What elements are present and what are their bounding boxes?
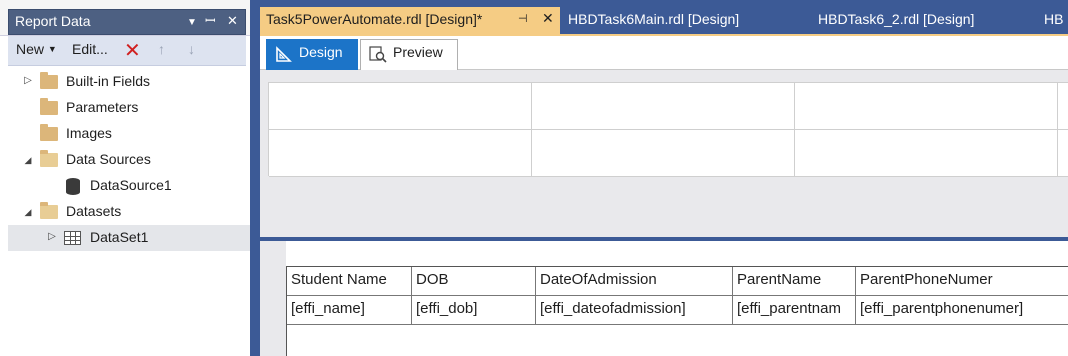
tab-design-label: Design xyxy=(299,44,343,60)
body-margin xyxy=(260,241,286,356)
tree-node-datasource1[interactable]: DataSource1 xyxy=(8,173,250,199)
expand-arrow-icon[interactable]: ▷ xyxy=(22,75,34,86)
document-tab-overflow[interactable]: HB xyxy=(1042,7,1068,34)
tablix-header-cell[interactable]: DOB xyxy=(412,267,536,296)
pin-icon[interactable]: ꟷ xyxy=(205,12,216,30)
dropdown-arrow-icon[interactable]: ▼ xyxy=(187,14,197,32)
tab-design[interactable]: Design xyxy=(266,39,358,70)
header-cell[interactable] xyxy=(795,83,1058,130)
close-tab-icon[interactable]: ✕ xyxy=(542,10,554,27)
tree-node-label: Built-in Fields xyxy=(66,73,151,89)
new-button[interactable]: New ▼ xyxy=(16,41,57,57)
preview-magnifier-icon xyxy=(369,46,387,63)
header-grid[interactable] xyxy=(268,82,1068,177)
header-cell[interactable] xyxy=(1058,83,1068,130)
arrow-down-icon[interactable]: ↓ xyxy=(188,41,195,57)
tablix-header-cell[interactable]: ParentPhoneNumer xyxy=(856,267,1068,296)
document-tab-hbdtask6-2[interactable]: HBDTask6_2.rdl [Design] xyxy=(812,7,1042,34)
tree-node-label: DataSet1 xyxy=(90,229,149,245)
tree-node-label: Data Sources xyxy=(66,151,151,167)
tree-node-images[interactable]: Images xyxy=(8,121,250,147)
header-cell[interactable] xyxy=(1058,130,1068,177)
folder-icon xyxy=(40,124,58,141)
header-cell[interactable] xyxy=(532,130,795,177)
report-data-toolbar: New ▼ Edit... ✕ ↑ ↓ xyxy=(8,36,246,66)
tree-node-built-in-fields[interactable]: ▷ Built-in Fields xyxy=(8,69,250,95)
pin-icon[interactable]: ⊣ xyxy=(518,12,528,25)
tree-node-dataset1[interactable]: ▷ DataSet1 xyxy=(8,225,250,251)
chevron-down-icon: ▼ xyxy=(47,44,57,54)
report-body-region: Student Name DOB DateOfAdmission ParentN… xyxy=(260,241,1068,356)
collapse-arrow-icon[interactable]: ◢ xyxy=(22,207,34,218)
report-data-panel: Report Data ▼ ꟷ ✕ New ▼ Edit... ✕ ↑ ↓ ▷ … xyxy=(0,0,250,356)
page-header-region xyxy=(268,82,1068,236)
panel-title-bar: Report Data ▼ ꟷ ✕ xyxy=(8,9,246,35)
report-data-tree: ▷ Built-in Fields Parameters Images ◢ Da… xyxy=(8,67,250,356)
header-cell[interactable] xyxy=(532,83,795,130)
tablix-field-cell[interactable]: [effi_parentnam xyxy=(733,296,856,325)
open-folder-icon xyxy=(40,202,58,219)
panel-splitter[interactable] xyxy=(250,0,260,356)
folder-icon xyxy=(40,98,58,115)
header-cell[interactable] xyxy=(269,130,532,177)
tree-node-label: Parameters xyxy=(66,99,139,115)
panel-header: Report Data ▼ ꟷ ✕ xyxy=(0,0,250,36)
panel-title: Report Data xyxy=(15,13,91,29)
edit-button[interactable]: Edit... xyxy=(72,41,108,57)
header-cell[interactable] xyxy=(795,130,1058,177)
tablix-field-cell[interactable]: [effi_name] xyxy=(287,296,412,325)
header-cell[interactable] xyxy=(269,83,532,130)
table-icon xyxy=(64,231,81,245)
design-ruler-icon xyxy=(276,46,292,62)
document-tab-strip: Task5PowerAutomate.rdl [Design]* ⊣ ✕ HBD… xyxy=(260,0,1068,34)
arrow-up-icon[interactable]: ↑ xyxy=(158,41,165,57)
expand-arrow-icon[interactable]: ▷ xyxy=(46,231,58,242)
folder-icon xyxy=(40,72,58,89)
tree-node-label: Images xyxy=(66,125,112,141)
open-folder-icon xyxy=(40,150,58,167)
designer-view-tabs: Design Preview xyxy=(260,36,1068,70)
document-tab-label: Task5PowerAutomate.rdl [Design]* xyxy=(266,11,483,27)
tablix-field-cell[interactable]: [effi_dob] xyxy=(412,296,536,325)
delete-icon[interactable]: ✕ xyxy=(124,38,141,63)
tree-node-label: DataSource1 xyxy=(90,177,172,193)
database-icon xyxy=(66,178,80,195)
student-tablix[interactable]: Student Name DOB DateOfAdmission ParentN… xyxy=(286,266,1068,356)
close-icon[interactable]: ✕ xyxy=(227,12,238,30)
new-label: New xyxy=(16,41,45,57)
tree-node-label: Datasets xyxy=(66,203,122,219)
report-designer: Design Preview Student Name DOB DateOfAd… xyxy=(260,36,1068,356)
tree-node-parameters[interactable]: Parameters xyxy=(8,95,250,121)
tablix-field-cell[interactable]: [effi_dateofadmission] xyxy=(536,296,733,325)
tablix-field-cell[interactable]: [effi_parentphonenumer] xyxy=(856,296,1068,325)
document-tab-task5powerautomate[interactable]: Task5PowerAutomate.rdl [Design]* ⊣ ✕ xyxy=(260,7,560,34)
document-tab-hbdtask6main[interactable]: HBDTask6Main.rdl [Design] xyxy=(562,7,812,34)
collapse-arrow-icon[interactable]: ◢ xyxy=(22,155,34,166)
tablix-header-cell[interactable]: DateOfAdmission xyxy=(536,267,733,296)
tab-preview[interactable]: Preview xyxy=(360,39,458,70)
tree-node-data-sources[interactable]: ◢ Data Sources xyxy=(8,147,250,173)
tablix-header-cell[interactable]: ParentName xyxy=(733,267,856,296)
tab-preview-label: Preview xyxy=(393,44,443,60)
tablix-header-cell[interactable]: Student Name xyxy=(287,267,412,296)
tree-node-datasets[interactable]: ◢ Datasets xyxy=(8,199,250,225)
